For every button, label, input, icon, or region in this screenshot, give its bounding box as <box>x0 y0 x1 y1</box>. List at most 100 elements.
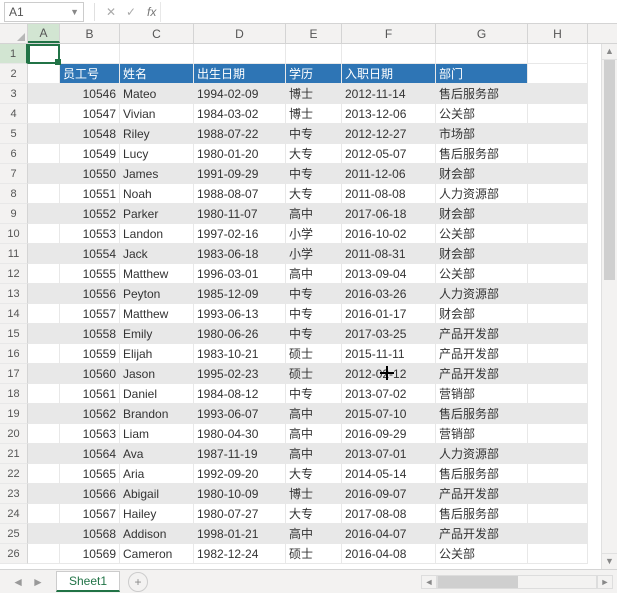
row-header[interactable]: 2 <box>0 64 28 84</box>
row-header[interactable]: 22 <box>0 464 28 484</box>
cell[interactable]: 1997-02-16 <box>194 224 286 244</box>
cell[interactable]: Aria <box>120 464 194 484</box>
cell[interactable]: 部门 <box>436 64 528 84</box>
cell[interactable]: 2015-11-11 <box>342 344 436 364</box>
cell[interactable]: 2017-08-08 <box>342 504 436 524</box>
row-header[interactable]: 8 <box>0 184 28 204</box>
cell[interactable]: 10569 <box>60 544 120 564</box>
cell[interactable] <box>194 44 286 64</box>
cell[interactable]: 2012-11-14 <box>342 84 436 104</box>
cell[interactable]: Jason <box>120 364 194 384</box>
cell[interactable]: 1996-03-01 <box>194 264 286 284</box>
cell[interactable]: Noah <box>120 184 194 204</box>
cell[interactable]: 高中 <box>286 404 342 424</box>
cell[interactable]: 姓名 <box>120 64 194 84</box>
cell[interactable] <box>28 344 60 364</box>
scroll-right-icon[interactable]: ► <box>597 575 613 589</box>
cell[interactable] <box>28 364 60 384</box>
cell[interactable]: 大专 <box>286 504 342 524</box>
name-box[interactable]: A1 ▼ <box>4 2 84 22</box>
col-header-C[interactable]: C <box>120 24 194 43</box>
cell[interactable]: 大专 <box>286 464 342 484</box>
cell[interactable]: 10564 <box>60 444 120 464</box>
select-all-corner[interactable] <box>0 24 28 43</box>
cell[interactable]: 产品开发部 <box>436 364 528 384</box>
cell[interactable]: 10547 <box>60 104 120 124</box>
cell[interactable]: 博士 <box>286 484 342 504</box>
row-header[interactable]: 18 <box>0 384 28 404</box>
row-header[interactable]: 6 <box>0 144 28 164</box>
col-header-D[interactable]: D <box>194 24 286 43</box>
cell[interactable]: 2016-09-07 <box>342 484 436 504</box>
cell[interactable]: 10546 <box>60 84 120 104</box>
add-sheet-button[interactable]: + <box>128 572 148 592</box>
cell[interactable] <box>28 124 60 144</box>
cell[interactable]: 1984-03-02 <box>194 104 286 124</box>
row-header[interactable]: 23 <box>0 484 28 504</box>
cell[interactable]: 中专 <box>286 164 342 184</box>
cell[interactable]: 2013-07-02 <box>342 384 436 404</box>
scroll-up-icon[interactable]: ▲ <box>602 44 617 60</box>
cell[interactable]: 2015-07-10 <box>342 404 436 424</box>
cell[interactable]: 1980-10-09 <box>194 484 286 504</box>
row-header[interactable]: 16 <box>0 344 28 364</box>
col-header-A[interactable]: A <box>28 24 60 43</box>
cell[interactable]: 硕士 <box>286 344 342 364</box>
cell[interactable]: 10565 <box>60 464 120 484</box>
cell[interactable]: 1980-01-20 <box>194 144 286 164</box>
cell[interactable]: 1985-12-09 <box>194 284 286 304</box>
row-header[interactable]: 14 <box>0 304 28 324</box>
cell[interactable]: 售后服务部 <box>436 404 528 424</box>
row-header[interactable]: 15 <box>0 324 28 344</box>
cell[interactable]: 10560 <box>60 364 120 384</box>
row-header[interactable]: 24 <box>0 504 28 524</box>
cell[interactable]: 高中 <box>286 264 342 284</box>
formula-bar-input[interactable] <box>160 2 617 22</box>
cell[interactable] <box>528 124 588 144</box>
cell[interactable]: 10549 <box>60 144 120 164</box>
cell[interactable] <box>28 404 60 424</box>
cell[interactable] <box>528 404 588 424</box>
cell[interactable] <box>436 44 528 64</box>
cell[interactable] <box>528 484 588 504</box>
row-header[interactable]: 21 <box>0 444 28 464</box>
cell[interactable]: 博士 <box>286 104 342 124</box>
cell[interactable]: 高中 <box>286 424 342 444</box>
cell[interactable]: 10566 <box>60 484 120 504</box>
cell[interactable] <box>528 264 588 284</box>
cell[interactable] <box>28 44 60 64</box>
cell[interactable] <box>528 524 588 544</box>
row-header[interactable]: 3 <box>0 84 28 104</box>
cell[interactable]: 10557 <box>60 304 120 324</box>
cell[interactable]: 10561 <box>60 384 120 404</box>
cell[interactable]: 2017-06-18 <box>342 204 436 224</box>
cell[interactable]: 人力资源部 <box>436 284 528 304</box>
cell[interactable]: Parker <box>120 204 194 224</box>
cell[interactable]: 10555 <box>60 264 120 284</box>
cell[interactable]: 售后服务部 <box>436 144 528 164</box>
cell[interactable]: 高中 <box>286 524 342 544</box>
cell[interactable]: 产品开发部 <box>436 484 528 504</box>
cell[interactable] <box>28 544 60 564</box>
cell[interactable]: 中专 <box>286 124 342 144</box>
cell[interactable] <box>528 224 588 244</box>
cell[interactable]: 1980-07-27 <box>194 504 286 524</box>
row-header[interactable]: 1 <box>0 44 28 64</box>
cell[interactable]: 2016-09-29 <box>342 424 436 444</box>
cell[interactable]: Ava <box>120 444 194 464</box>
cell[interactable]: 1994-02-09 <box>194 84 286 104</box>
row-header[interactable]: 26 <box>0 544 28 564</box>
cell[interactable]: 1988-08-07 <box>194 184 286 204</box>
cell[interactable] <box>28 144 60 164</box>
cell[interactable]: 市场部 <box>436 124 528 144</box>
cell[interactable] <box>528 384 588 404</box>
cell[interactable]: 10567 <box>60 504 120 524</box>
row-header[interactable]: 12 <box>0 264 28 284</box>
col-header-F[interactable]: F <box>342 24 436 43</box>
cell[interactable]: Cameron <box>120 544 194 564</box>
cell[interactable] <box>28 424 60 444</box>
cell[interactable] <box>28 164 60 184</box>
row-header[interactable]: 20 <box>0 424 28 444</box>
cell[interactable]: 2013-12-06 <box>342 104 436 124</box>
cell[interactable]: Riley <box>120 124 194 144</box>
